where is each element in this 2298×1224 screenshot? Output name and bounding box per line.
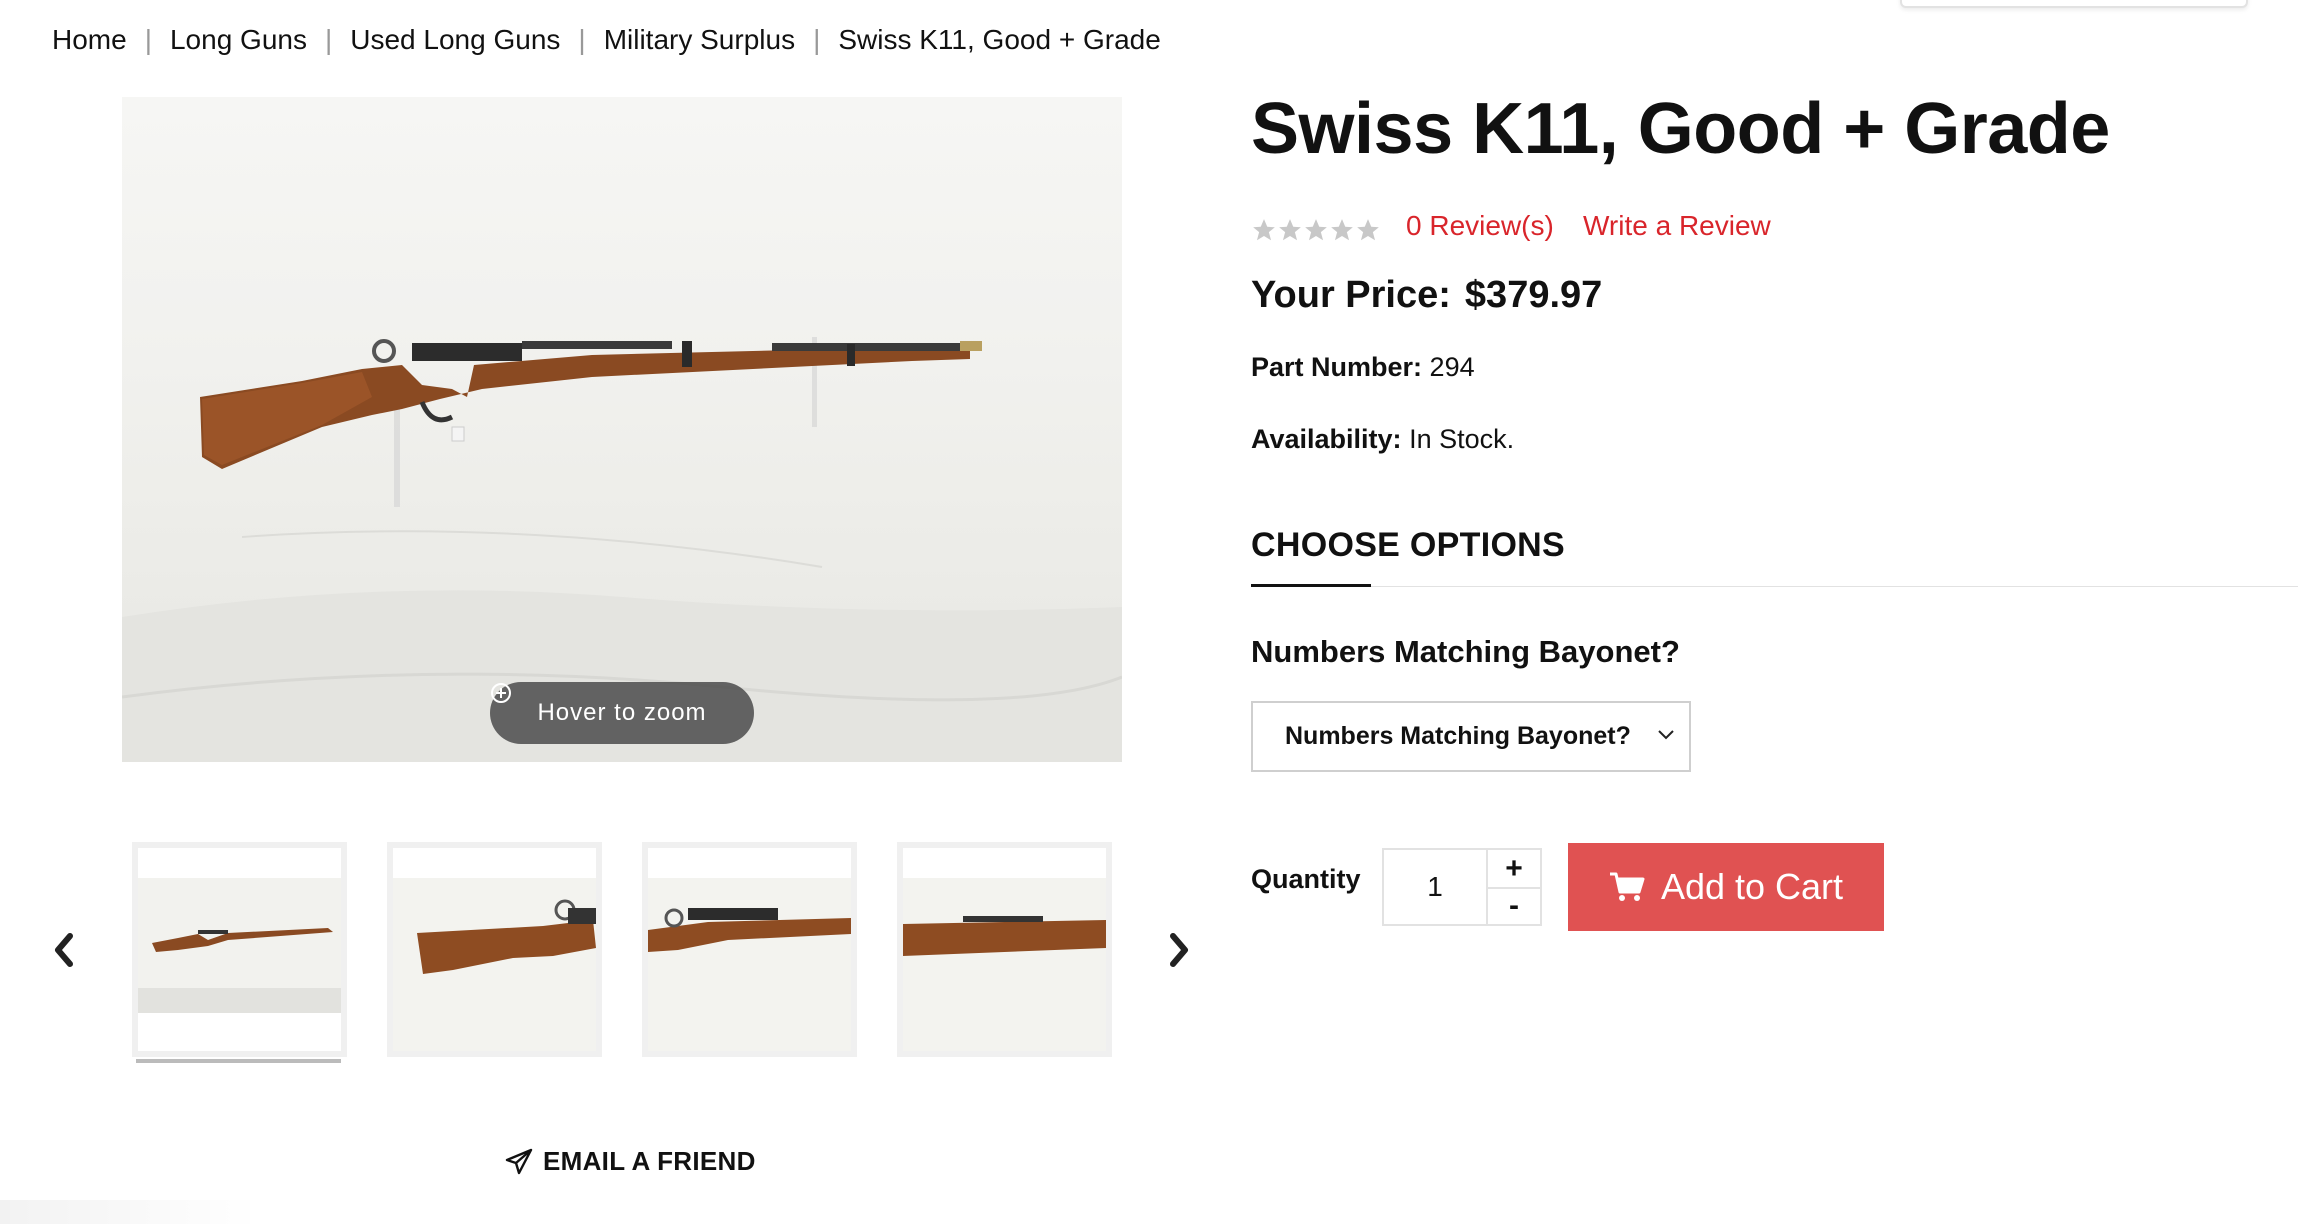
add-to-cart-button[interactable]: Add to Cart bbox=[1568, 843, 1884, 931]
breadcrumb-current: Swiss K11, Good + Grade bbox=[838, 24, 1161, 55]
thumbnail-3[interactable] bbox=[642, 842, 857, 1057]
bottom-shadow bbox=[0, 1200, 260, 1224]
thumbnail-1[interactable] bbox=[132, 842, 347, 1063]
star-empty-icon bbox=[1279, 219, 1301, 241]
thumbnail-image bbox=[903, 848, 1106, 1051]
breadcrumb-military-surplus[interactable]: Military Surplus bbox=[604, 24, 795, 56]
zoom-hint-text: Hover to zoom bbox=[537, 699, 707, 726]
choose-options-heading: CHOOSE OPTIONS bbox=[1251, 526, 1566, 564]
part-number: Part Number: 294 bbox=[1251, 352, 1475, 383]
email-a-friend-label: EMAIL A FRIEND bbox=[543, 1146, 756, 1176]
quantity-label: Quantity bbox=[1251, 864, 1361, 894]
product-main-image[interactable]: Hover to zoom bbox=[122, 97, 1122, 762]
breadcrumb-separator: | bbox=[144, 24, 152, 55]
reviews-count-link[interactable]: 0 Review(s) bbox=[1406, 210, 1554, 242]
star-empty-icon bbox=[1305, 219, 1327, 241]
breadcrumb-used-long-guns[interactable]: Used Long Guns bbox=[350, 24, 560, 56]
availability-label: Availability: bbox=[1251, 424, 1402, 454]
price-value: $379.97 bbox=[1464, 274, 1603, 316]
breadcrumb: Home | Long Guns | Used Long Guns | Mili… bbox=[52, 24, 1161, 56]
breadcrumb-separator: | bbox=[324, 24, 333, 55]
thumbnail-image bbox=[138, 848, 341, 1051]
bayonet-option-select[interactable]: Numbers Matching Bayonet? bbox=[1251, 701, 1691, 772]
top-dropdown-remnant bbox=[1900, 0, 2248, 8]
availability: Availability: In Stock. bbox=[1251, 424, 1514, 455]
write-review-link[interactable]: Write a Review bbox=[1583, 210, 1771, 242]
quantity-input[interactable]: 1 bbox=[1384, 850, 1488, 924]
shopping-cart-icon bbox=[1609, 872, 1645, 901]
breadcrumb-home[interactable]: Home bbox=[52, 24, 127, 56]
hover-to-zoom-hint: Hover to zoom bbox=[490, 682, 754, 744]
thumbnail-2[interactable] bbox=[387, 842, 602, 1057]
star-empty-icon bbox=[1253, 219, 1275, 241]
thumbnail-image bbox=[393, 848, 596, 1051]
star-empty-icon bbox=[1357, 219, 1379, 241]
breadcrumb-separator: | bbox=[813, 24, 821, 55]
options-divider-accent bbox=[1251, 584, 1371, 587]
part-number-value: 294 bbox=[1429, 352, 1475, 382]
add-to-cart-label: Add to Cart bbox=[1660, 866, 1844, 907]
chevron-down-icon bbox=[1658, 730, 1674, 740]
chevron-left-icon bbox=[55, 933, 73, 967]
options-divider bbox=[1251, 586, 2298, 587]
bayonet-select-value: Numbers Matching Bayonet? bbox=[1285, 722, 1631, 750]
rating-stars bbox=[1251, 217, 1381, 243]
product-title: Swiss K11, Good + Grade bbox=[1251, 89, 2110, 169]
quantity-decrement-button[interactable]: - bbox=[1488, 887, 1540, 924]
breadcrumb-separator: | bbox=[578, 24, 586, 55]
thumbnail-next-button[interactable] bbox=[1159, 930, 1199, 970]
thumbnail-image bbox=[648, 848, 851, 1051]
rifle-photo bbox=[122, 337, 1122, 762]
availability-value: In Stock. bbox=[1409, 424, 1515, 454]
part-number-label: Part Number: bbox=[1251, 352, 1423, 382]
price: Your Price: $379.97 bbox=[1251, 274, 1602, 317]
chevron-right-icon bbox=[1170, 933, 1188, 967]
quantity-increment-button[interactable]: + bbox=[1488, 850, 1540, 889]
price-label: Your Price: bbox=[1251, 274, 1451, 316]
thumbnail-4[interactable] bbox=[897, 842, 1112, 1057]
quantity-stepper: 1 + - bbox=[1382, 848, 1542, 926]
bayonet-option-label: Numbers Matching Bayonet? bbox=[1251, 634, 1680, 669]
star-empty-icon bbox=[1331, 219, 1353, 241]
breadcrumb-long-guns[interactable]: Long Guns bbox=[170, 24, 307, 56]
email-a-friend-link[interactable]: EMAIL A FRIEND bbox=[505, 1146, 756, 1177]
zoom-plus-icon bbox=[491, 683, 511, 703]
paper-plane-icon bbox=[505, 1148, 533, 1174]
thumbnail-prev-button[interactable] bbox=[44, 930, 84, 970]
